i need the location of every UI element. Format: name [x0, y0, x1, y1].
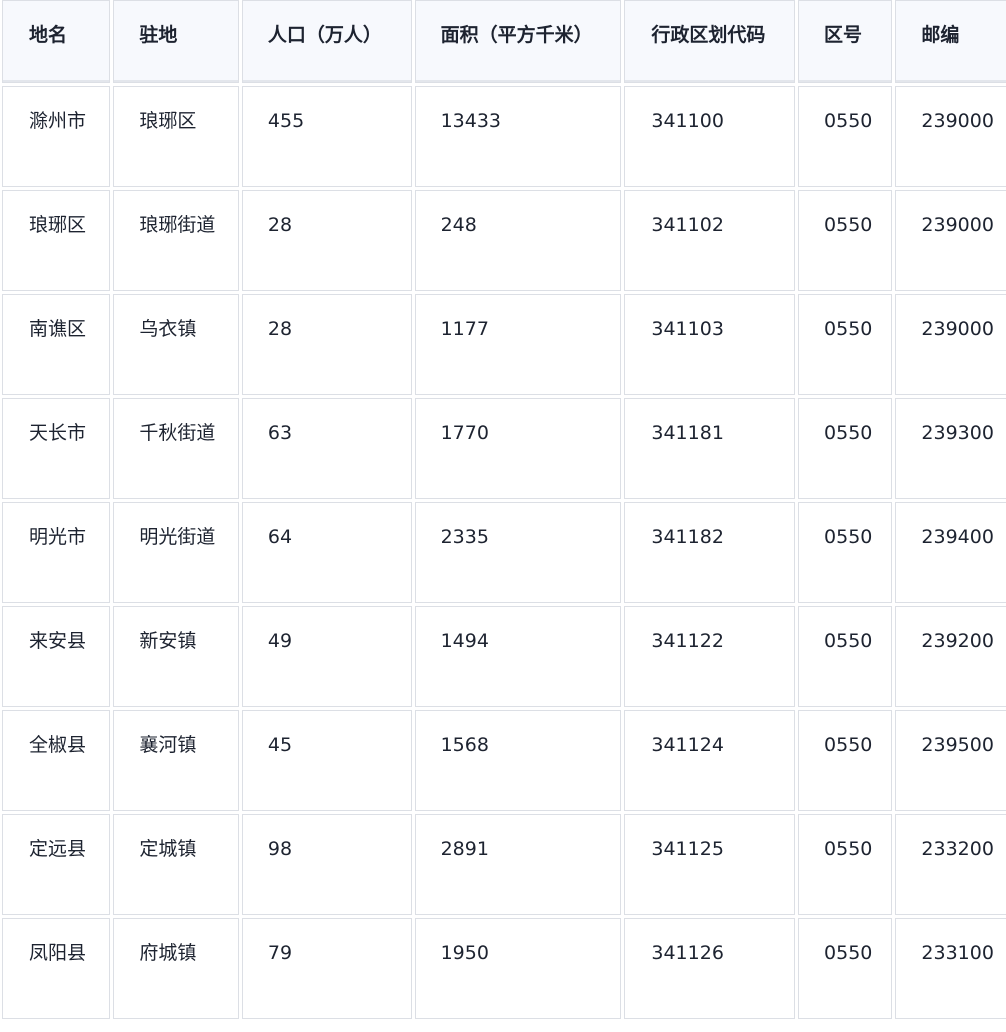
- header-row: 地名 驻地 人口（万人） 面积（平方千米） 行政区划代码 区号 邮编: [2, 0, 1006, 83]
- cell-area: 1950: [414, 918, 622, 1019]
- cell-division-code: 341125: [624, 814, 796, 915]
- cell-name: 天长市: [2, 398, 111, 499]
- cell-postcode: 239200: [895, 606, 1006, 707]
- cell-division-code: 341102: [624, 190, 796, 291]
- table-row: 滁州市 琅琊区 455 13433 341100 0550 239000: [2, 86, 1006, 187]
- cell-division-code: 341122: [624, 606, 796, 707]
- cell-seat: 明光街道: [113, 502, 239, 603]
- cell-name: 明光市: [2, 502, 111, 603]
- cell-postcode: 239000: [895, 190, 1006, 291]
- cell-seat: 琅琊街道: [113, 190, 239, 291]
- table-row: 琅琊区 琅琊街道 28 248 341102 0550 239000: [2, 190, 1006, 291]
- header-area[interactable]: 面积（平方千米）: [414, 0, 622, 83]
- header-postcode[interactable]: 邮编: [895, 0, 1006, 83]
- table-header: 地名 驻地 人口（万人） 面积（平方千米） 行政区划代码 区号 邮编: [2, 0, 1006, 83]
- cell-population: 45: [241, 710, 412, 811]
- cell-population: 28: [241, 190, 412, 291]
- cell-name: 琅琊区: [2, 190, 111, 291]
- cell-population: 28: [241, 294, 412, 395]
- cell-area-code: 0550: [798, 398, 893, 499]
- header-population[interactable]: 人口（万人）: [241, 0, 412, 83]
- table-body: 滁州市 琅琊区 455 13433 341100 0550 239000 琅琊区…: [2, 86, 1006, 1019]
- table-container: 地名 驻地 人口（万人） 面积（平方千米） 行政区划代码 区号 邮编 滁州市 琅…: [0, 0, 1006, 1022]
- cell-area-code: 0550: [798, 190, 893, 291]
- cell-area: 13433: [414, 86, 622, 187]
- table-row: 定远县 定城镇 98 2891 341125 0550 233200: [2, 814, 1006, 915]
- cell-area-code: 0550: [798, 918, 893, 1019]
- cell-population: 98: [241, 814, 412, 915]
- cell-population: 63: [241, 398, 412, 499]
- cell-population: 64: [241, 502, 412, 603]
- cell-area: 2335: [414, 502, 622, 603]
- cell-name: 南谯区: [2, 294, 111, 395]
- cell-seat: 定城镇: [113, 814, 239, 915]
- cell-population: 49: [241, 606, 412, 707]
- table-row: 全椒县 襄河镇 45 1568 341124 0550 239500: [2, 710, 1006, 811]
- cell-population: 455: [241, 86, 412, 187]
- cell-area: 248: [414, 190, 622, 291]
- cell-area: 1770: [414, 398, 622, 499]
- header-area-code[interactable]: 区号: [798, 0, 893, 83]
- header-name[interactable]: 地名: [2, 0, 111, 83]
- cell-postcode: 239400: [895, 502, 1006, 603]
- cell-name: 来安县: [2, 606, 111, 707]
- cell-postcode: 233200: [895, 814, 1006, 915]
- table-row: 天长市 千秋街道 63 1770 341181 0550 239300: [2, 398, 1006, 499]
- cell-division-code: 341182: [624, 502, 796, 603]
- table-row: 来安县 新安镇 49 1494 341122 0550 239200: [2, 606, 1006, 707]
- cell-seat: 襄河镇: [113, 710, 239, 811]
- cell-seat: 千秋街道: [113, 398, 239, 499]
- header-seat[interactable]: 驻地: [113, 0, 239, 83]
- cell-name: 滁州市: [2, 86, 111, 187]
- table-row: 南谯区 乌衣镇 28 1177 341103 0550 239000: [2, 294, 1006, 395]
- cell-area-code: 0550: [798, 86, 893, 187]
- cell-seat: 乌衣镇: [113, 294, 239, 395]
- cell-postcode: 239000: [895, 294, 1006, 395]
- cell-area-code: 0550: [798, 294, 893, 395]
- header-division-code[interactable]: 行政区划代码: [624, 0, 796, 83]
- cell-postcode: 239000: [895, 86, 1006, 187]
- cell-division-code: 341103: [624, 294, 796, 395]
- cell-division-code: 341181: [624, 398, 796, 499]
- cell-seat: 新安镇: [113, 606, 239, 707]
- cell-name: 全椒县: [2, 710, 111, 811]
- cell-area-code: 0550: [798, 502, 893, 603]
- cell-population: 79: [241, 918, 412, 1019]
- table-row: 凤阳县 府城镇 79 1950 341126 0550 233100: [2, 918, 1006, 1019]
- cell-area: 1177: [414, 294, 622, 395]
- cell-name: 定远县: [2, 814, 111, 915]
- cell-area-code: 0550: [798, 710, 893, 811]
- cell-area: 1568: [414, 710, 622, 811]
- cell-postcode: 233100: [895, 918, 1006, 1019]
- table-row: 明光市 明光街道 64 2335 341182 0550 239400: [2, 502, 1006, 603]
- cell-area-code: 0550: [798, 814, 893, 915]
- cell-postcode: 239500: [895, 710, 1006, 811]
- cell-seat: 琅琊区: [113, 86, 239, 187]
- cell-seat: 府城镇: [113, 918, 239, 1019]
- cell-name: 凤阳县: [2, 918, 111, 1019]
- region-data-table: 地名 驻地 人口（万人） 面积（平方千米） 行政区划代码 区号 邮编 滁州市 琅…: [0, 0, 1006, 1022]
- cell-division-code: 341124: [624, 710, 796, 811]
- cell-area: 2891: [414, 814, 622, 915]
- cell-postcode: 239300: [895, 398, 1006, 499]
- cell-division-code: 341100: [624, 86, 796, 187]
- cell-area: 1494: [414, 606, 622, 707]
- cell-division-code: 341126: [624, 918, 796, 1019]
- cell-area-code: 0550: [798, 606, 893, 707]
